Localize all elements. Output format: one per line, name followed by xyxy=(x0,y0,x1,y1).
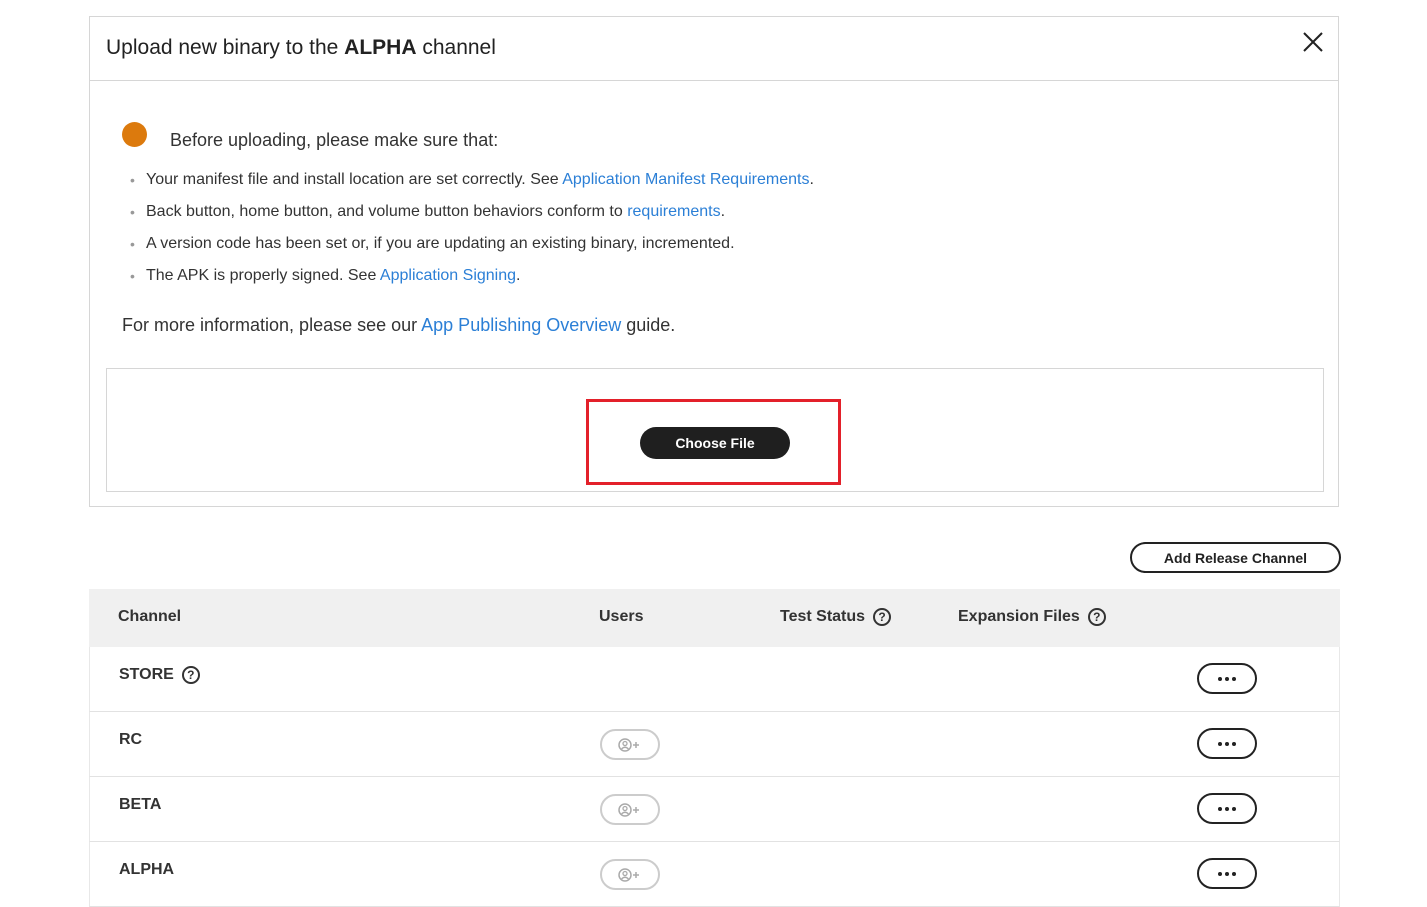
dialog-title: Upload new binary to the ALPHA channel xyxy=(106,36,496,60)
list-item-text: Your manifest file and install location … xyxy=(146,171,563,188)
requirements-list: Your manifest file and install location … xyxy=(130,170,814,298)
more-icon xyxy=(1225,871,1229,876)
list-item-text: Back button, home button, and volume but… xyxy=(146,203,628,220)
more-icon xyxy=(1232,806,1236,811)
list-item-text: The APK is properly signed. See xyxy=(146,267,380,284)
help-icon[interactable]: ? xyxy=(873,608,892,626)
more-info-text: For more information, please see our App… xyxy=(122,315,675,336)
list-item-punct: . xyxy=(809,171,814,188)
more-icon xyxy=(1225,676,1229,681)
choose-file-button[interactable]: Choose File xyxy=(640,427,790,459)
dialog-header: Upload new binary to the ALPHA channel xyxy=(90,17,1338,81)
add-user-icon xyxy=(618,737,639,752)
help-icon[interactable]: ? xyxy=(181,666,200,684)
file-upload-area: Choose File xyxy=(106,368,1324,492)
channel-name: ALPHA xyxy=(119,861,174,879)
list-item-punct: . xyxy=(516,267,521,284)
close-icon xyxy=(1303,32,1323,52)
app-publishing-overview-link[interactable]: App Publishing Overview xyxy=(421,315,621,335)
more-icon xyxy=(1232,676,1236,681)
more-options-button[interactable] xyxy=(1197,858,1257,889)
table-header: Channel Users Test Status? Expansion Fil… xyxy=(89,589,1340,647)
column-label: Users xyxy=(599,608,644,625)
channels-table: Channel Users Test Status? Expansion Fil… xyxy=(89,589,1340,907)
list-item: The APK is properly signed. See Applicat… xyxy=(130,266,814,298)
column-label: Expansion Files xyxy=(958,608,1080,625)
more-icon xyxy=(1225,806,1229,811)
list-item-text: A version code has been set or, if you a… xyxy=(146,235,735,252)
table-row: ALPHA xyxy=(89,842,1340,907)
channel-name: STORE? xyxy=(119,666,200,684)
list-item: Back button, home button, and volume but… xyxy=(130,202,814,234)
column-header-test-status: Test Status? xyxy=(780,608,892,626)
more-icon xyxy=(1232,871,1236,876)
list-item-punct: . xyxy=(720,203,726,220)
requirements-link[interactable]: requirements xyxy=(627,203,720,220)
add-user-button[interactable] xyxy=(600,794,660,825)
list-item: Your manifest file and install location … xyxy=(130,170,814,202)
dialog-title-suffix: channel xyxy=(416,36,496,59)
channel-label: STORE xyxy=(119,666,174,683)
column-label: Channel xyxy=(118,608,182,625)
column-header-users: Users xyxy=(599,608,643,626)
column-header-expansion-files: Expansion Files? xyxy=(958,608,1106,626)
more-icon xyxy=(1218,871,1222,876)
more-icon xyxy=(1218,676,1222,681)
more-icon xyxy=(1218,741,1222,746)
channel-label: ALPHA xyxy=(119,861,175,878)
application-signing-link[interactable]: Application Signing xyxy=(380,267,516,284)
table-row: STORE? xyxy=(89,647,1340,712)
more-options-button[interactable] xyxy=(1197,793,1257,824)
table-row: RC xyxy=(89,712,1340,777)
manifest-requirements-link[interactable]: Application Manifest Requirements xyxy=(562,171,809,188)
channel-name: BETA xyxy=(119,796,161,814)
table-row: BETA xyxy=(89,777,1340,842)
dialog-title-channel: ALPHA xyxy=(344,36,417,59)
close-button[interactable] xyxy=(1300,29,1326,55)
column-header-channel: Channel xyxy=(118,608,181,626)
intro-text: Before uploading, please make sure that: xyxy=(170,130,499,150)
add-user-button[interactable] xyxy=(600,859,660,890)
upload-dialog: Upload new binary to the ALPHA channel B… xyxy=(89,16,1339,507)
column-label: Test Status xyxy=(780,608,866,625)
add-user-icon xyxy=(618,802,639,817)
more-icon xyxy=(1225,741,1229,746)
add-user-icon xyxy=(618,867,639,882)
more-icon xyxy=(1218,806,1222,811)
dialog-title-prefix: Upload new binary to the xyxy=(106,36,345,59)
more-info-prefix: For more information, please see our xyxy=(122,315,422,335)
help-icon[interactable]: ? xyxy=(1087,608,1106,626)
list-item: A version code has been set or, if you a… xyxy=(130,234,814,266)
warning-icon xyxy=(122,122,147,147)
channel-label: RC xyxy=(119,731,143,748)
more-info-suffix: guide. xyxy=(621,315,676,335)
more-options-button[interactable] xyxy=(1197,663,1257,694)
add-user-button[interactable] xyxy=(600,729,660,760)
channel-label: BETA xyxy=(119,796,162,813)
more-options-button[interactable] xyxy=(1197,728,1257,759)
channel-name: RC xyxy=(119,731,142,749)
add-release-channel-button[interactable]: Add Release Channel xyxy=(1130,542,1341,573)
more-icon xyxy=(1232,741,1236,746)
